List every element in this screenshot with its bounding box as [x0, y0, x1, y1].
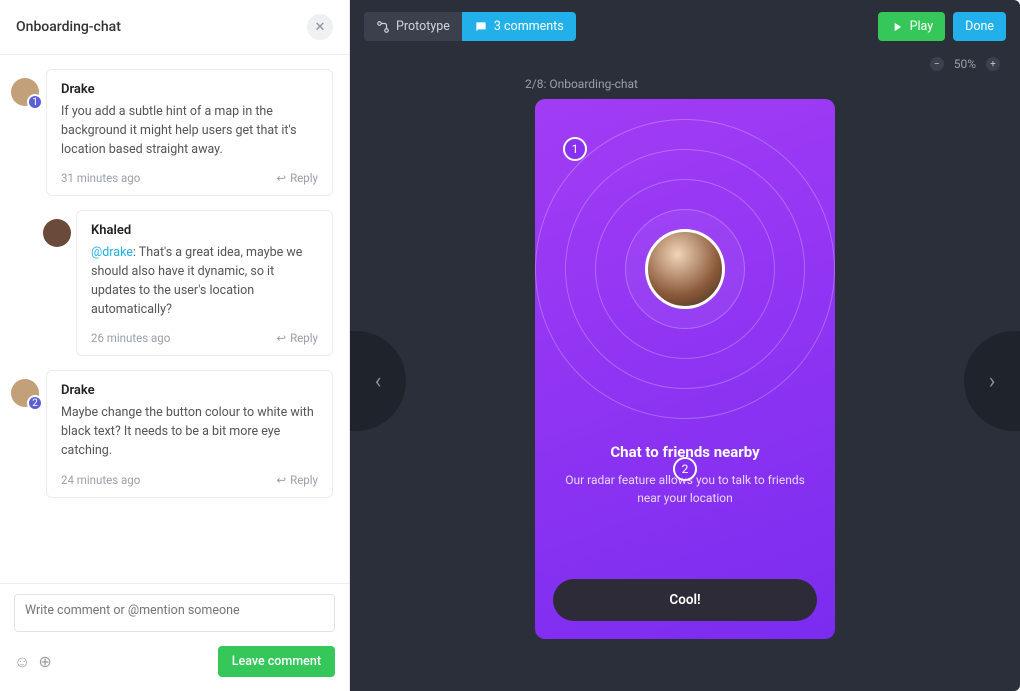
- comment-timestamp: 31 minutes ago: [61, 171, 140, 185]
- comment-icon: [474, 20, 488, 34]
- play-button[interactable]: Play: [878, 12, 946, 41]
- chevron-right-icon: ›: [989, 369, 996, 394]
- comments-panel: Onboarding-chat ✕ 1 Drake If you add a s…: [0, 0, 350, 691]
- comments-tab[interactable]: 3 comments: [462, 12, 576, 41]
- zoom-value: 50%: [954, 57, 976, 71]
- radar-graphic: [535, 119, 835, 419]
- comment-marker-badge: 1: [27, 94, 43, 110]
- reply-button[interactable]: ↩ Reply: [276, 171, 318, 185]
- comment-author: Drake: [61, 383, 318, 398]
- reply-label: Reply: [290, 171, 318, 185]
- play-icon: [890, 20, 904, 34]
- mention[interactable]: @drake: [91, 245, 133, 260]
- panel-title: Onboarding-chat: [16, 19, 121, 35]
- screen-breadcrumb: 2/8: Onboarding-chat: [525, 77, 638, 91]
- comments-list: 1 Drake If you add a subtle hint of a ma…: [0, 55, 349, 583]
- reply-icon: ↩: [276, 171, 286, 185]
- device-preview[interactable]: 1 2 Chat to friends nearby Our radar fea…: [535, 99, 835, 639]
- reply-label: Reply: [290, 473, 318, 487]
- comment-card[interactable]: 2 Drake Maybe change the button colour t…: [46, 370, 333, 497]
- reply-button[interactable]: ↩ Reply: [276, 331, 318, 345]
- canvas: 2/8: Onboarding-chat 1 2 Chat to friends…: [350, 71, 1020, 691]
- avatar-wrap: 2: [11, 379, 41, 409]
- done-button[interactable]: Done: [953, 12, 1006, 41]
- comment-author: Khaled: [91, 223, 318, 238]
- comment-timestamp: 26 minutes ago: [91, 331, 170, 345]
- avatar-wrap: 1: [11, 78, 41, 108]
- comment-body: If you add a subtle hint of a map in the…: [61, 103, 318, 159]
- mention-icon[interactable]: ⊕: [38, 652, 51, 672]
- comment-body: Maybe change the button colour to white …: [61, 404, 318, 460]
- comment-card[interactable]: 1 Drake If you add a subtle hint of a ma…: [46, 69, 333, 196]
- toolbar: Prototype 3 comments Play Done: [350, 0, 1020, 53]
- close-icon: ✕: [315, 20, 326, 35]
- cool-button[interactable]: Cool!: [553, 579, 817, 621]
- comment-marker-badge: 2: [27, 395, 43, 411]
- avatar-wrap: [43, 219, 73, 249]
- emoji-icon[interactable]: ☺: [14, 652, 30, 672]
- leave-comment-button[interactable]: Leave comment: [218, 646, 335, 677]
- reply-icon: ↩: [276, 331, 286, 345]
- annotation-marker-2[interactable]: 2: [673, 457, 697, 481]
- close-panel-button[interactable]: ✕: [307, 14, 333, 40]
- zoom-out-button[interactable]: −: [930, 57, 944, 71]
- comment-timestamp: 24 minutes ago: [61, 473, 140, 487]
- comment-author: Drake: [61, 82, 318, 97]
- comment-composer: ☺ ⊕ Leave comment: [0, 583, 349, 691]
- prev-screen-button[interactable]: ‹: [350, 331, 406, 431]
- avatar: [43, 219, 71, 247]
- prototype-icon: [376, 20, 390, 34]
- zoom-in-button[interactable]: +: [986, 57, 1000, 71]
- panel-header: Onboarding-chat ✕: [0, 0, 349, 55]
- avatar-photo: [645, 229, 725, 309]
- comment-card[interactable]: Khaled @drake: That's a great idea, mayb…: [76, 210, 333, 356]
- reply-icon: ↩: [276, 473, 286, 487]
- chevron-left-icon: ‹: [375, 369, 382, 394]
- preview-panel: Prototype 3 comments Play Done − 50% + 2…: [350, 0, 1020, 691]
- annotation-marker-1[interactable]: 1: [563, 137, 587, 161]
- next-screen-button[interactable]: ›: [964, 331, 1020, 431]
- comment-input[interactable]: [14, 594, 335, 632]
- zoom-controls: − 50% +: [350, 53, 1020, 71]
- prototype-tab[interactable]: Prototype: [364, 12, 462, 41]
- comment-body: @drake: That's a great idea, maybe we sh…: [91, 244, 318, 319]
- reply-label: Reply: [290, 331, 318, 345]
- reply-button[interactable]: ↩ Reply: [276, 473, 318, 487]
